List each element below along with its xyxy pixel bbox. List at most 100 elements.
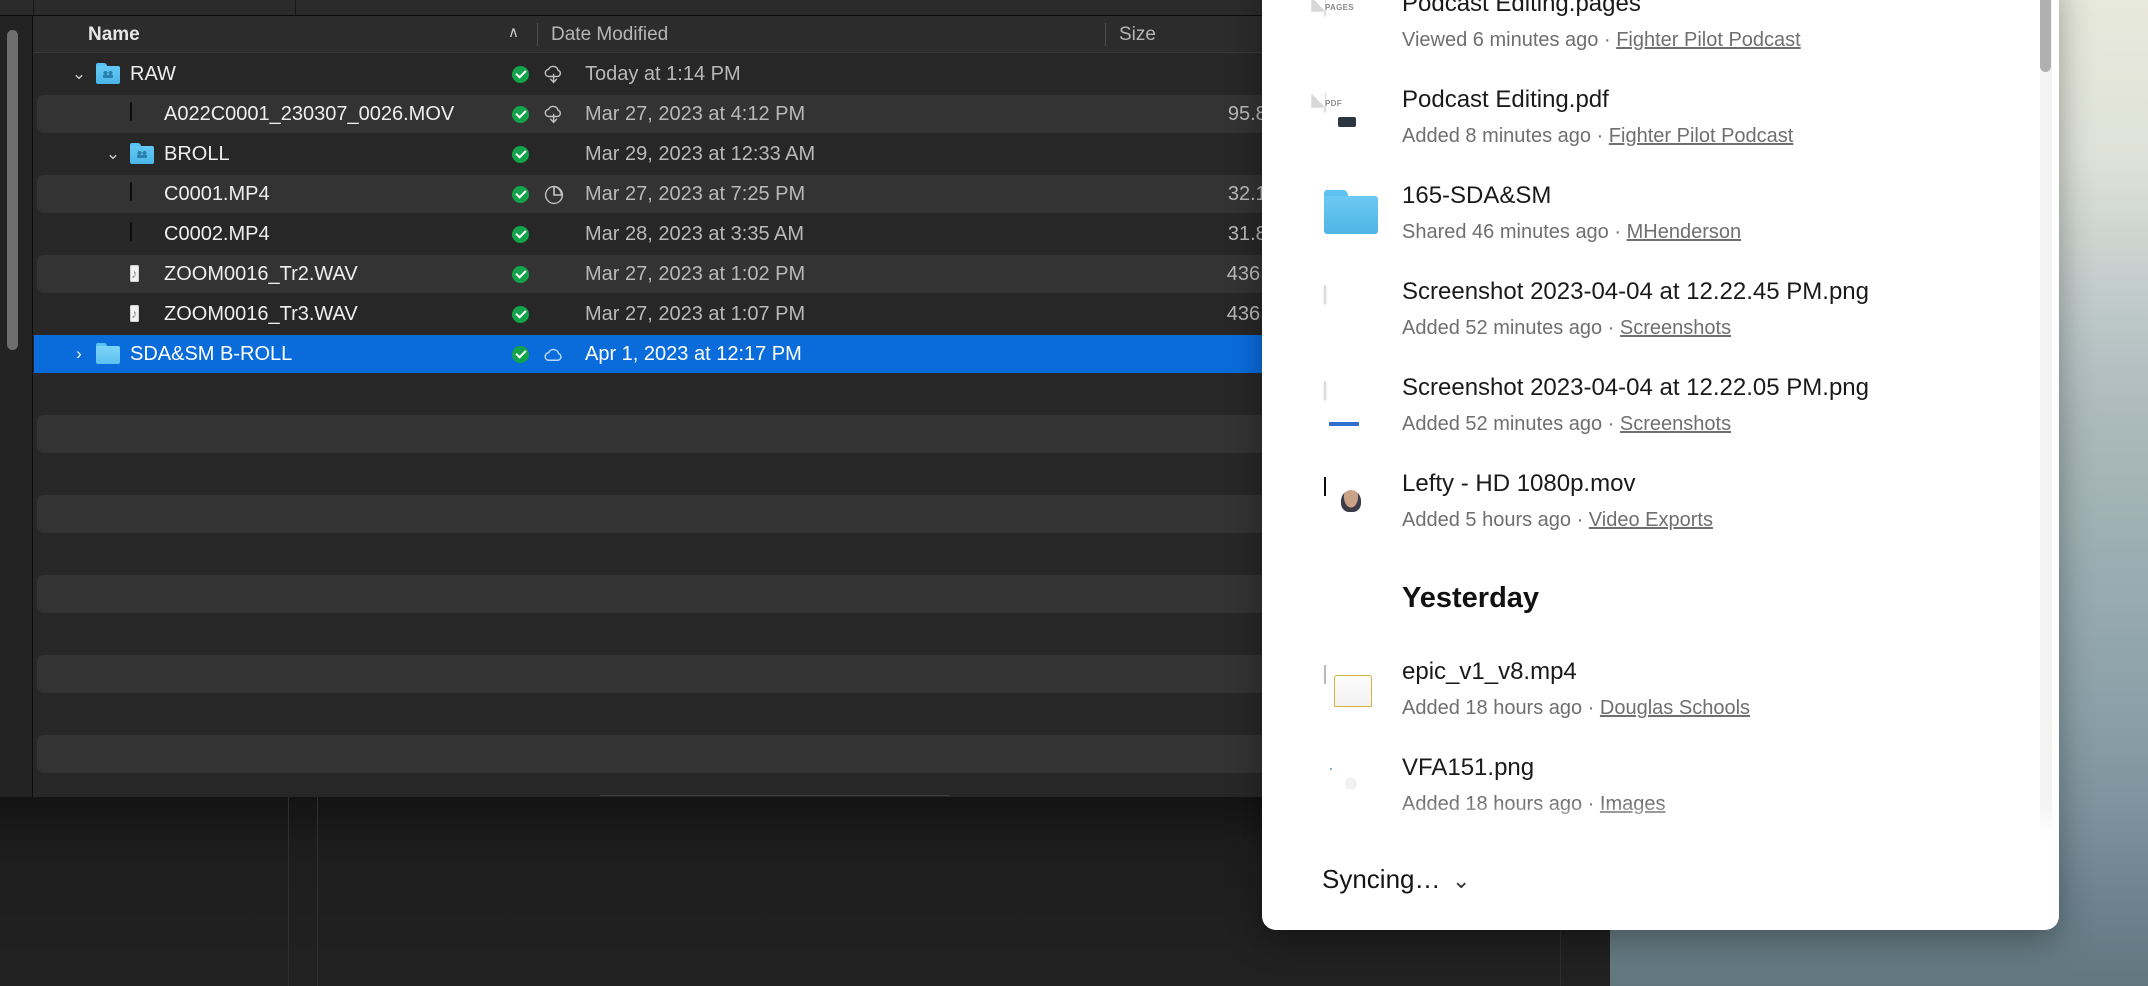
- item-title[interactable]: Podcast Editing.pages: [1402, 0, 1641, 18]
- item-source-link[interactable]: MHenderson: [1627, 221, 1742, 243]
- finder-info-pane: Modified March 27, 2023 at 7:25 PM Last …: [600, 795, 950, 797]
- sort-ascending-icon[interactable]: ∧: [508, 25, 522, 40]
- toolbar-divider-2: [295, 0, 296, 15]
- column-header-name[interactable]: Name: [88, 16, 140, 53]
- column-divider-1[interactable]: [537, 23, 538, 46]
- disclosure-triangle-icon[interactable]: ⌄: [70, 64, 88, 84]
- screenshot-thumbnail-icon: [1324, 285, 1326, 304]
- item-title[interactable]: epic_v1_v8.mp4: [1402, 658, 1577, 686]
- column-header-date-modified[interactable]: Date Modified: [551, 16, 668, 53]
- item-thumbnail: PAGES: [1311, 0, 1378, 54]
- sync-check-badge: [512, 66, 529, 83]
- column-header-size[interactable]: Size: [1119, 16, 1156, 53]
- cloud-icon: [544, 348, 562, 361]
- row-background: [37, 455, 1290, 493]
- dropbox-activity-list[interactable]: PAGES Podcast Editing.pages Viewed 6 minut…: [1262, 0, 2059, 858]
- pdf-document-icon: PDF: [1311, 93, 1356, 127]
- file-date-modified: Today at 1:14 PM: [585, 63, 741, 85]
- sync-check-badge: [512, 106, 529, 123]
- column-divider-2[interactable]: [1105, 23, 1106, 46]
- item-meta: Viewed 6 minutes ago · Fighter Pilot Pod…: [1402, 29, 1801, 52]
- finder-sidebar-strip: [0, 16, 33, 797]
- sync-status-icon: [541, 144, 567, 166]
- row-background: [37, 655, 1290, 693]
- file-list-column-header: Name ∧ Date Modified Size: [34, 16, 1290, 53]
- item-title[interactable]: Screenshot 2023-04-04 at 12.22.05 PM.png: [1402, 374, 1869, 402]
- item-source-link[interactable]: Video Exports: [1589, 509, 1713, 531]
- file-row[interactable]: ♪ ZOOM0016_Tr2.WAV Mar 27, 2023 at 1:02 PM…: [34, 254, 1290, 294]
- sync-check-badge: [512, 146, 529, 163]
- item-title[interactable]: Lefty - HD 1080p.mov: [1402, 470, 1635, 498]
- empty-row: [34, 574, 1290, 614]
- video-thumbnail-icon: [130, 222, 132, 241]
- row-background: [37, 775, 1290, 797]
- file-date-modified: Mar 27, 2023 at 1:07 PM: [585, 303, 806, 325]
- dropbox-activity-item[interactable]: Screenshot 2023-04-04 at 12.22.05 PM.png…: [1262, 362, 2022, 458]
- file-date-modified: Mar 27, 2023 at 7:25 PM: [585, 183, 806, 205]
- item-title[interactable]: Screenshot 2023-04-04 at 12.22.45 PM.png: [1402, 278, 1869, 306]
- file-name[interactable]: A022C0001_230307_0026.MOV: [164, 103, 454, 125]
- file-name[interactable]: BROLL: [164, 143, 230, 165]
- file-row[interactable]: A022C0001_230307_0026.MOV Mar 27, 2023 at…: [34, 94, 1290, 134]
- empty-row: [34, 734, 1290, 774]
- file-name[interactable]: RAW: [130, 63, 176, 85]
- video-thumbnail-icon: [130, 182, 132, 201]
- dropbox-scrollbar-track[interactable]: [2040, 0, 2052, 854]
- empty-row: [34, 414, 1290, 454]
- empty-row: [34, 774, 1290, 797]
- sync-check-badge: [512, 306, 529, 323]
- item-thumbnail: [1324, 477, 1378, 534]
- empty-row: [34, 454, 1290, 494]
- file-name[interactable]: C0002.MP4: [164, 223, 270, 245]
- file-row[interactable]: ⌄ BROLL Mar 29, 2023 at 12:33 AM: [34, 134, 1290, 174]
- dropbox-footer: Syncing… ⌄: [1262, 836, 2059, 930]
- dropbox-activity-item[interactable]: 165-SDA&SM Shared 46 minutes ago · MHende…: [1262, 170, 2022, 266]
- sidebar-scrollbar[interactable]: [7, 30, 18, 350]
- file-row[interactable]: C0002.MP4Mar 28, 2023 at 3:35 AM31.84 G: [34, 214, 1290, 254]
- chevron-down-icon[interactable]: ⌄: [1452, 868, 1470, 894]
- file-date-modified: Mar 27, 2023 at 4:12 PM: [585, 103, 806, 125]
- file-icon: [130, 182, 154, 205]
- item-meta: Added 5 hours ago · Video Exports: [1402, 509, 1713, 532]
- dropbox-activity-item[interactable]: PAGES Podcast Editing.pages Viewed 6 minut…: [1262, 0, 2022, 74]
- file-icon: [130, 222, 154, 245]
- dropbox-activity-item[interactable]: Screenshot 2023-04-04 at 12.22.45 PM.png…: [1262, 266, 2022, 362]
- bg-app-divider-2: [317, 797, 318, 986]
- sync-status-label: Syncing…: [1322, 864, 1441, 894]
- file-row[interactable]: ⌄ RAW Today at 1:14 PM: [34, 54, 1290, 94]
- file-name[interactable]: C0001.MP4: [164, 183, 270, 205]
- item-source-link[interactable]: Douglas Schools: [1600, 697, 1750, 719]
- finder-window[interactable]: Name ∧ Date Modified Size ⌄ RAW Today at 1…: [0, 0, 1290, 797]
- row-background: [37, 535, 1290, 573]
- file-list[interactable]: ⌄ RAW Today at 1:14 PM A022C0001_230307_002…: [34, 54, 1290, 797]
- item-meta: Added 18 hours ago · Douglas Schools: [1402, 697, 1750, 720]
- item-source-link[interactable]: Fighter Pilot Podcast: [1609, 125, 1794, 147]
- row-background: [37, 495, 1290, 533]
- item-title[interactable]: 165-SDA&SM: [1402, 182, 1551, 210]
- file-name[interactable]: ZOOM0016_Tr2.WAV: [164, 263, 358, 285]
- screen: Name ∧ Date Modified Size ⌄ RAW Today at 1…: [0, 0, 2148, 986]
- item-source-link[interactable]: Screenshots: [1620, 317, 1731, 339]
- file-row[interactable]: C0001.MP4Mar 27, 2023 at 7:25 PM32.13 G: [34, 174, 1290, 214]
- file-name[interactable]: ZOOM0016_Tr3.WAV: [164, 303, 358, 325]
- item-source-link[interactable]: Fighter Pilot Podcast: [1616, 29, 1801, 51]
- file-row[interactable]: › SDA&SM B-ROLL Apr 1, 2023 at 12:17 PM: [34, 334, 1290, 374]
- file-name[interactable]: SDA&SM B-ROLL: [130, 343, 292, 365]
- disclosure-triangle-icon[interactable]: ›: [70, 344, 88, 364]
- dropbox-activity-panel[interactable]: PAGES Podcast Editing.pages Viewed 6 minut…: [1262, 0, 2059, 930]
- item-title[interactable]: VFA151.png: [1402, 754, 1534, 782]
- item-meta-prefix: Shared 46 minutes ago ·: [1402, 221, 1627, 243]
- dropbox-activity-item[interactable]: epic_v1_v8.mp4 Added 18 hours ago · Dougl…: [1262, 646, 2022, 742]
- sync-check-badge: [512, 226, 529, 243]
- file-date-modified: Mar 28, 2023 at 3:35 AM: [585, 223, 805, 245]
- item-source-link[interactable]: Screenshots: [1620, 413, 1731, 435]
- dropbox-activity-item[interactable]: Lefty - HD 1080p.mov Added 5 hours ago · …: [1262, 458, 2022, 554]
- item-meta: Added 52 minutes ago · Screenshots: [1402, 413, 1731, 436]
- item-thumbnail: PDF: [1311, 93, 1378, 150]
- dropbox-scrollbar-thumb[interactable]: [2040, 0, 2051, 72]
- sync-check-badge: [512, 346, 529, 363]
- item-title[interactable]: Podcast Editing.pdf: [1402, 86, 1609, 114]
- file-row[interactable]: ♪ ZOOM0016_Tr3.WAV Mar 27, 2023 at 1:07 PM…: [34, 294, 1290, 334]
- dropbox-activity-item[interactable]: PDF Podcast Editing.pdf Added 8 minutes ag…: [1262, 74, 2022, 170]
- disclosure-triangle-icon[interactable]: ⌄: [104, 144, 122, 164]
